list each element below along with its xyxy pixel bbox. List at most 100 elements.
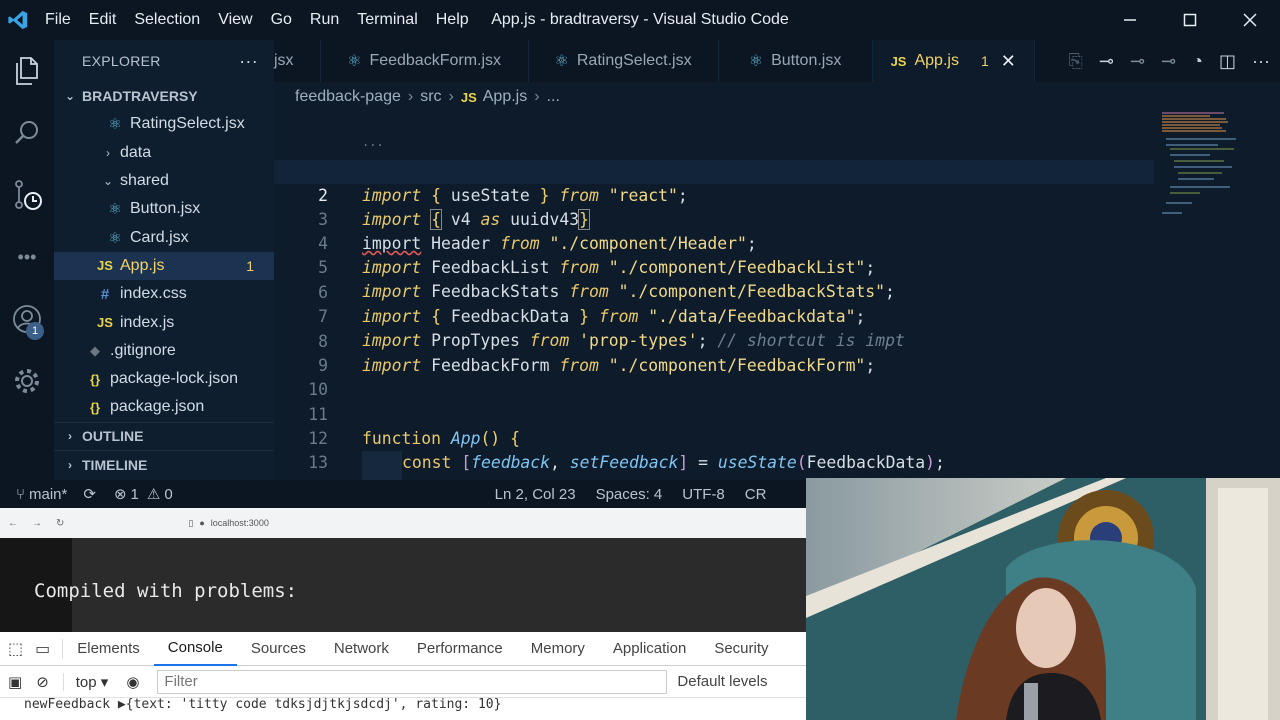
tab-elements[interactable]: Elements (63, 632, 154, 666)
reload-icon[interactable]: ↻ (56, 518, 64, 529)
previous-change-icon[interactable]: ⊸ (1130, 51, 1145, 72)
eye-icon[interactable]: ◉ (120, 673, 145, 691)
sidebar-toggle-icon[interactable]: ▣ (0, 673, 30, 691)
tab-memory[interactable]: Memory (517, 632, 599, 666)
sync-icon[interactable]: ⟳ (83, 485, 96, 503)
maximize-button[interactable] (1160, 0, 1220, 40)
bookmark-icon[interactable]: ▯ (188, 518, 193, 529)
folder-shared[interactable]: ⌄ shared (54, 167, 274, 195)
filter-input[interactable]: Filter (157, 669, 668, 694)
tab-console[interactable]: Console (153, 632, 237, 666)
log-levels-dropdown[interactable]: Default levels (677, 673, 767, 690)
git-compare-icon[interactable]: ⊸ (1099, 51, 1114, 72)
file-button[interactable]: ⚛ Button.jsx (54, 195, 274, 223)
search-icon[interactable] (0, 102, 54, 164)
file-index-css[interactable]: # index.css (54, 280, 274, 308)
menu-selection[interactable]: Selection (125, 0, 209, 40)
tab-button[interactable]: ⚛ Button.jsx (719, 40, 873, 82)
device-toolbar-icon[interactable]: ▭ (31, 638, 64, 659)
context-select[interactable]: top ▾ (62, 672, 121, 691)
explorer-title: EXPLORER (82, 53, 161, 69)
menu-go[interactable]: Go (262, 0, 301, 40)
tab-ratingselect[interactable]: ⚛ RatingSelect.jsx (529, 40, 719, 82)
file-gitignore[interactable]: ◆ .gitignore (54, 337, 274, 365)
close-window-button[interactable] (1220, 0, 1280, 40)
code-editor[interactable]: ... 1 import { useState } from "react"; … (274, 112, 1280, 480)
outline-section[interactable]: › OUTLINE (54, 421, 274, 450)
file-package-lock[interactable]: {} package-lock.json (54, 365, 274, 393)
outline-label: OUTLINE (82, 428, 144, 445)
indentation[interactable]: Spaces: 4 (596, 486, 663, 503)
tab-performance[interactable]: Performance (403, 632, 517, 666)
file-ratingselect[interactable]: ⚛ RatingSelect.jsx (54, 110, 274, 138)
branch-indicator[interactable]: ⑂ main* (16, 486, 67, 503)
tab-partial[interactable]: jsx (274, 40, 321, 82)
tab-security[interactable]: Security (700, 632, 782, 666)
clear-console-icon[interactable]: ⊘ (30, 673, 63, 691)
file-index-js[interactable]: JS index.js (54, 308, 274, 336)
tab-label: RatingSelect.jsx (576, 52, 692, 69)
encoding[interactable]: UTF-8 (682, 486, 725, 503)
accounts-icon[interactable]: 1 (0, 288, 54, 350)
chevron-right-icon: › (106, 145, 110, 160)
menu-view[interactable]: View (209, 0, 261, 40)
tab-feedbackform[interactable]: ⚛ FeedbackForm.jsx (321, 40, 529, 82)
problems-indicator[interactable]: ⊗ 1 ⚠ 0 (113, 485, 173, 504)
address-bar[interactable]: ▯ ● localhost:3000 (188, 518, 268, 529)
file-label: RatingSelect.jsx (130, 115, 245, 133)
folder-label: shared (120, 172, 169, 190)
file-label: Button.jsx (130, 200, 201, 218)
close-tab-icon[interactable]: ✕ (1001, 51, 1016, 72)
minimap[interactable] (1162, 112, 1262, 232)
file-label: Card.jsx (130, 228, 189, 246)
workspace-root[interactable]: ⌄ BRADTRAVERSY (54, 82, 274, 110)
line-ending[interactable]: CR (745, 486, 767, 503)
error-icon: ⊗ (113, 486, 127, 503)
file-package-json[interactable]: {} package.json (54, 393, 274, 421)
timeline-icon[interactable]: ◔ (1192, 51, 1203, 72)
cursor-position[interactable]: Ln 2, Col 23 (495, 486, 576, 503)
explorer-icon[interactable] (0, 40, 54, 102)
explorer-header: EXPLORER ··· (54, 40, 274, 82)
folder-data[interactable]: › data (54, 139, 274, 167)
chevron-right-icon: › (68, 457, 72, 472)
more-views-icon[interactable]: ••• (0, 226, 54, 288)
file-app-js[interactable]: JS App.js 1 (54, 251, 274, 281)
menu-file[interactable]: File (36, 0, 80, 40)
breadcrumb-file[interactable]: App.js (483, 88, 527, 106)
menu-run[interactable]: Run (301, 0, 348, 40)
explorer-more-icon[interactable]: ··· (239, 51, 258, 72)
more-actions-icon[interactable]: ··· (1252, 51, 1270, 72)
code-line: 4 import FeedbackList from "./component/… (274, 208, 1154, 277)
browser-window: ← → ↻ ▯ ● localhost:3000 Compiled with p… (0, 508, 806, 720)
chevron-right-icon: › (448, 88, 454, 105)
menu-edit[interactable]: Edit (80, 0, 126, 40)
tab-application[interactable]: Application (599, 632, 700, 666)
tab-network[interactable]: Network (320, 632, 403, 666)
forward-icon[interactable]: → (32, 518, 42, 529)
menu-help[interactable]: Help (427, 0, 478, 40)
tab-app-js[interactable]: JS App.js 1 ✕ (872, 40, 1035, 82)
next-change-icon[interactable]: ⊸ (1161, 51, 1176, 72)
react-icon: ⚛ (108, 201, 122, 219)
open-changes-icon[interactable]: ⎘ (1068, 51, 1082, 72)
split-editor-icon[interactable]: ◫ (1219, 51, 1236, 72)
breadcrumb-symbol[interactable]: ... (547, 88, 560, 106)
breadcrumb-folder[interactable]: feedback-page (295, 88, 401, 106)
branch-name: main* (29, 485, 68, 503)
file-card[interactable]: ⚛ Card.jsx (54, 223, 274, 251)
breadcrumb-src[interactable]: src (420, 88, 441, 106)
source-control-icon[interactable] (0, 164, 54, 226)
code-line: 1 import { useState } from "react"; (274, 136, 1154, 205)
devtools-panel: ⬚ ▭ Elements Console Sources Network Per… (0, 632, 806, 720)
back-icon[interactable]: ← (8, 518, 18, 529)
tab-sources[interactable]: Sources (237, 632, 320, 666)
menu-terminal[interactable]: Terminal (348, 0, 426, 40)
editor-actions: ⎘ ⊸ ⊸ ⊸ ◔ ◫ ··· (1068, 40, 1280, 82)
settings-gear-icon[interactable] (0, 350, 54, 412)
inspect-element-icon[interactable]: ⬚ (0, 639, 31, 659)
minimize-button[interactable] (1100, 0, 1160, 40)
chevron-right-icon: › (534, 88, 540, 105)
error-overlay: Compiled with problems: (0, 538, 806, 632)
timeline-section[interactable]: › TIMELINE (54, 449, 274, 478)
